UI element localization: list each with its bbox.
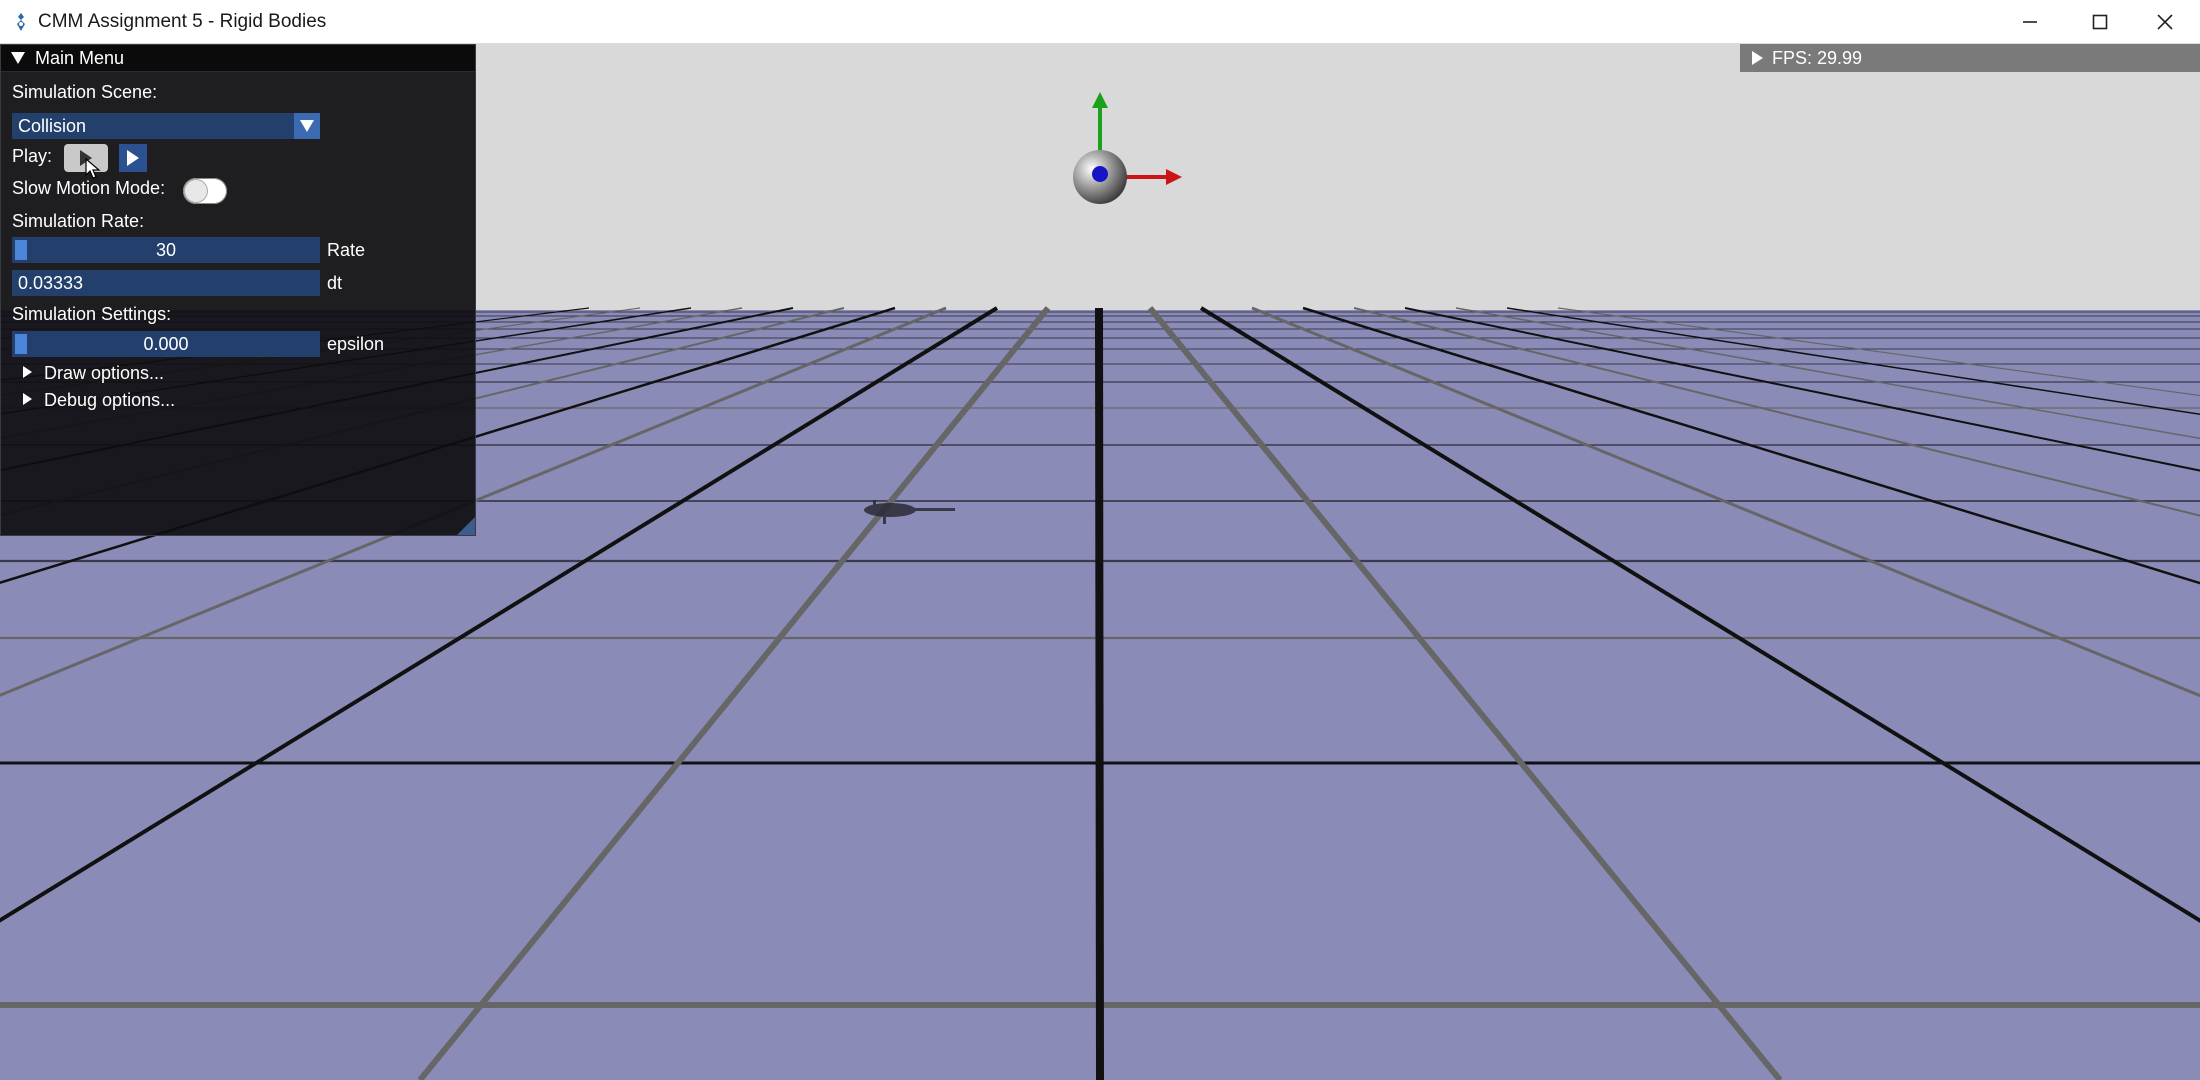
rate-slider-grab[interactable] [15, 240, 27, 260]
simulation-rate-label: Simulation Rate: [12, 211, 145, 231]
dt-input[interactable]: 0.03333 [12, 270, 320, 296]
simulation-settings-label: Simulation Settings: [12, 304, 172, 324]
z-axis-dot [1092, 166, 1108, 182]
draw-options-label: Draw options... [44, 363, 165, 383]
step-button[interactable] [119, 144, 147, 172]
minimize-button[interactable] [1995, 0, 2065, 44]
collapse-triangle-icon [11, 52, 25, 64]
main-menu-panel[interactable]: Main Menu Simulation Scene: Collision Pl… [0, 44, 476, 536]
simulation-scene-label: Simulation Scene: [12, 82, 158, 102]
epsilon-slider[interactable]: 0.000 [12, 331, 320, 357]
resize-grip[interactable] [457, 517, 475, 535]
rate-value: 30 [155, 240, 177, 260]
expand-triangle-icon [1752, 51, 1763, 65]
epsilon-value: 0.000 [143, 334, 189, 354]
close-button[interactable] [2130, 0, 2200, 44]
debug-options-label: Debug options... [44, 390, 176, 410]
simulation-scene-combo[interactable]: Collision [12, 113, 320, 139]
mouse-cursor-icon [85, 158, 101, 179]
debug-options-node[interactable]: Debug options... [23, 390, 175, 411]
epsilon-slider-grab[interactable] [15, 334, 27, 354]
dt-value: 0.03333 [18, 273, 84, 293]
fps-overlay[interactable]: FPS: 29.99 [1740, 44, 2200, 72]
step-icon [127, 150, 139, 166]
maximize-icon [2092, 14, 2108, 30]
fps-label: FPS: 29.99 [1772, 48, 1863, 68]
maximize-button[interactable] [2065, 0, 2135, 44]
minimize-icon [2023, 21, 2037, 23]
simulation-scene-value: Collision [18, 116, 87, 136]
rate-suffix: Rate [327, 240, 366, 260]
slow-motion-label: Slow Motion Mode: [12, 178, 166, 198]
expand-triangle-icon [23, 393, 32, 405]
window-title-bar: CMM Assignment 5 - Rigid Bodies [0, 0, 2200, 44]
app-icon [17, 13, 25, 31]
rate-slider[interactable]: 30 [12, 237, 320, 263]
slow-motion-toggle[interactable] [183, 178, 227, 204]
play-label: Play: [12, 146, 53, 166]
expand-triangle-icon [23, 366, 32, 378]
dt-suffix: dt [327, 273, 343, 293]
main-menu-header[interactable]: Main Menu [1, 45, 475, 72]
draw-options-node[interactable]: Draw options... [23, 363, 164, 384]
main-menu-title: Main Menu [35, 48, 125, 68]
close-icon [2157, 14, 2173, 30]
combo-arrow-icon[interactable] [294, 113, 320, 139]
toggle-knob [185, 180, 207, 202]
epsilon-suffix: epsilon [327, 334, 385, 354]
window-title: CMM Assignment 5 - Rigid Bodies [38, 11, 327, 32]
